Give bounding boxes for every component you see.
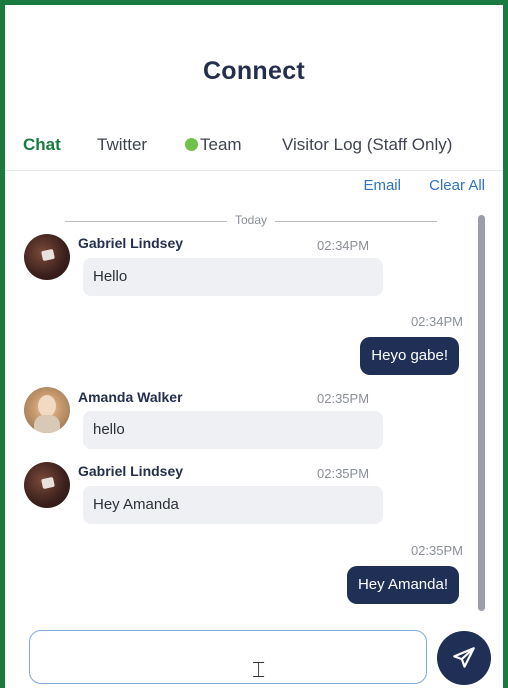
online-status-icon [185,138,198,151]
tab-twitter[interactable]: Twitter [97,135,147,155]
outgoing-message-bubble: Hey Amanda! [346,566,459,604]
chat-window: Connect Chat Twitter Team Visitor Log (S… [0,0,508,688]
message-input[interactable] [29,630,427,684]
incoming-message-bubble: Hello [83,258,383,296]
gabriel-avatar [24,234,70,280]
tab-team-label: Team [200,135,242,154]
text-cursor-icon: ⌶ [252,657,266,682]
tab-visitor-log[interactable]: Visitor Log (Staff Only) [282,135,452,155]
tab-team[interactable]: Team [185,135,242,155]
day-separator: Today [65,213,437,229]
amanda-avatar [24,387,70,433]
tab-chat[interactable]: Chat [23,135,61,155]
day-separator-label: Today [234,213,268,227]
message-sender: Amanda Walker [78,389,183,405]
scrollbar-thumb[interactable] [478,215,485,611]
email-link[interactable]: Email [363,177,401,194]
message-sender: Gabriel Lindsey [78,463,184,479]
message-time: 02:35PM [410,543,463,558]
message-time: 02:34PM [317,238,370,253]
chat-actions: Email Clear All [339,177,485,194]
outgoing-message-bubble: Heyo gabe! [360,337,459,375]
page-title: Connect [202,57,306,85]
separator-line-right [275,221,437,222]
message-sender: Gabriel Lindsey [78,235,184,251]
gabriel-avatar [24,462,70,508]
message-time: 02:34PM [410,314,463,329]
tabs-divider [5,170,503,171]
tab-bar: Chat Twitter Team Visitor Log (Staff Onl… [5,135,503,159]
message-scrollbar[interactable] [478,215,485,611]
send-icon [453,647,475,668]
incoming-message-bubble: hello [83,411,383,449]
message-time: 02:35PM [317,466,370,481]
send-button[interactable] [437,631,491,685]
message-time: 02:35PM [317,391,370,406]
clear-all-link[interactable]: Clear All [429,177,485,194]
incoming-message-bubble: Hey Amanda [83,486,383,524]
